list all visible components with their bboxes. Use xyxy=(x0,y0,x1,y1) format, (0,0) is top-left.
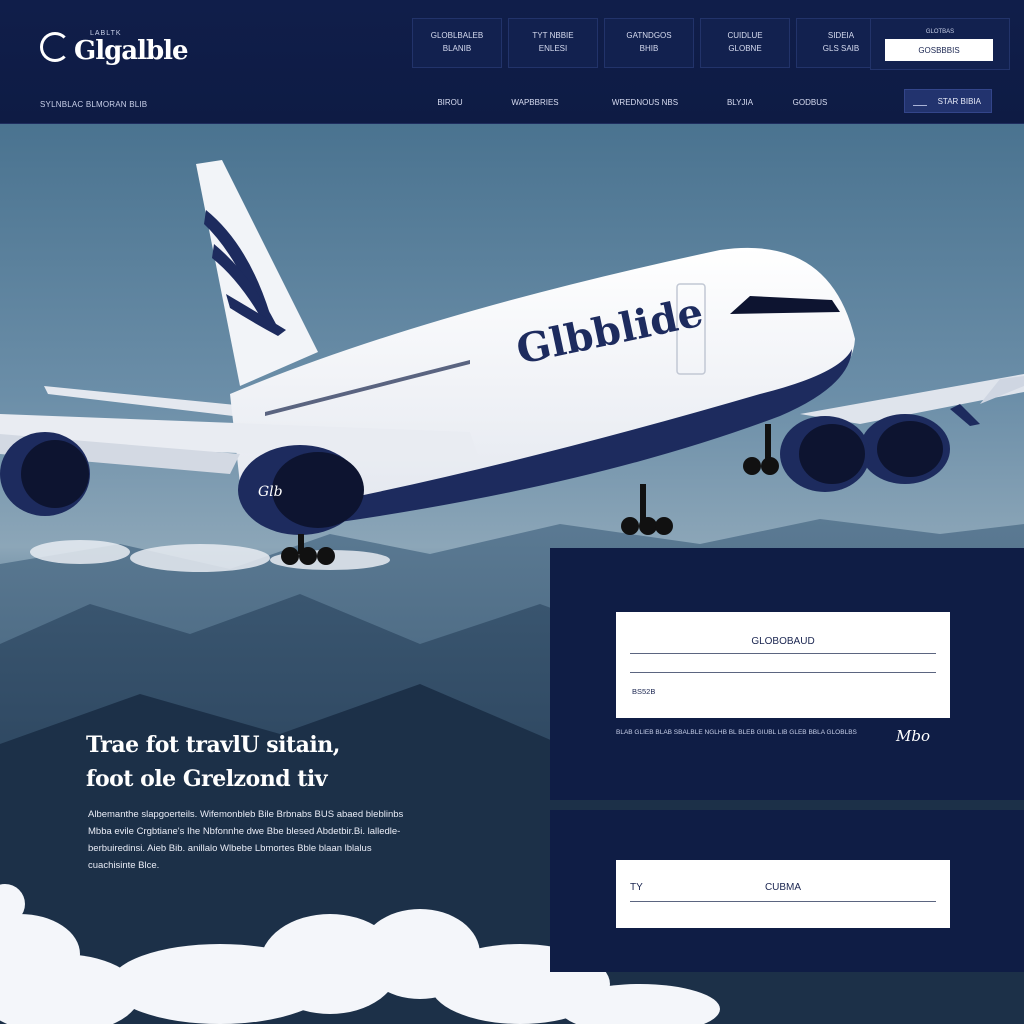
login-box: GLOTBAS xyxy=(870,18,1010,70)
top-link-line: GLS SAIB xyxy=(822,44,860,53)
site-header: Glgalble LABLTK SYLNBLAC BLMORAN BLIB GL… xyxy=(0,0,1024,124)
nav-item-5[interactable]: GODBUS xyxy=(780,98,840,107)
nav-item-2[interactable]: WAPBBRIES xyxy=(480,98,590,107)
brand-tagline: SYLNBLAC BLMORAN BLIB xyxy=(40,100,148,109)
top-link-3[interactable]: GATNDGOS BHIB xyxy=(604,18,694,68)
search-card[interactable]: TY CUBMA xyxy=(616,860,950,928)
top-link-1[interactable]: GLOBLBALEB BLANIB xyxy=(412,18,502,68)
brand-name: Glgalble xyxy=(74,36,189,66)
top-links: GLOBLBALEB BLANIB TYT NBBIE ENLESI GATND… xyxy=(412,18,886,68)
top-link-line: TYT NBBIE xyxy=(532,31,574,41)
divider xyxy=(630,672,936,673)
booking-card-code: BS52B xyxy=(632,687,656,696)
divider xyxy=(630,901,936,902)
brand-subtitle: LABLTK xyxy=(90,30,122,37)
engine-text: Glb xyxy=(258,484,283,500)
top-link-line: BHIB xyxy=(639,44,659,53)
top-link-line: ENLESI xyxy=(538,44,568,53)
signin-button[interactable]: STAR BIBIA xyxy=(904,89,992,113)
hero-title: Trae fot travlU sitain, foot ole Grelzon… xyxy=(86,732,340,792)
top-link-line: CUIDLUE xyxy=(727,31,763,41)
login-input[interactable] xyxy=(885,39,993,61)
top-link-4[interactable]: CUIDLUE GLOBNE xyxy=(700,18,790,68)
arrow-icon xyxy=(913,98,927,106)
top-link-line: GATNDGOS xyxy=(626,31,672,41)
nav-item-1[interactable]: BIROU xyxy=(420,98,480,107)
top-link-line: GLOBNE xyxy=(728,44,762,53)
search-card-value: CUBMA xyxy=(764,882,802,893)
hero-description: Albemanthe slapgoerteils. Wifemonbleb Bi… xyxy=(88,809,404,871)
booking-card-title: GLOBOBAUD xyxy=(751,636,815,647)
nav-item-4[interactable]: BLYJIA xyxy=(700,98,780,107)
booking-footnote: BLAB GLIEB BLAB SBALBLE NGLHB BL BLEB GI… xyxy=(616,729,857,736)
signature: Mbo xyxy=(896,727,930,745)
top-link-2[interactable]: TYT NBBIE ENLESI xyxy=(508,18,598,68)
booking-card[interactable]: GLOBOBAUD BS52B xyxy=(616,612,950,718)
top-link-line: SIDEIA xyxy=(827,31,855,41)
logo-mark-icon xyxy=(40,32,70,62)
top-link-line: BLANIB xyxy=(442,44,472,53)
login-label: GLOTBAS xyxy=(925,29,955,35)
main-nav: BIROU WAPBBRIES WREDNOUS NBS BLYJIA GODB… xyxy=(420,98,840,107)
signin-label: STAR BIBIA xyxy=(937,96,981,106)
divider xyxy=(630,653,936,654)
top-link-line: GLOBLBALEB xyxy=(430,31,484,41)
aircraft: Glbblide Glb xyxy=(0,160,1024,565)
nav-item-3[interactable]: WREDNOUS NBS xyxy=(590,98,700,107)
brand-logo[interactable]: Glgalble xyxy=(40,32,189,66)
